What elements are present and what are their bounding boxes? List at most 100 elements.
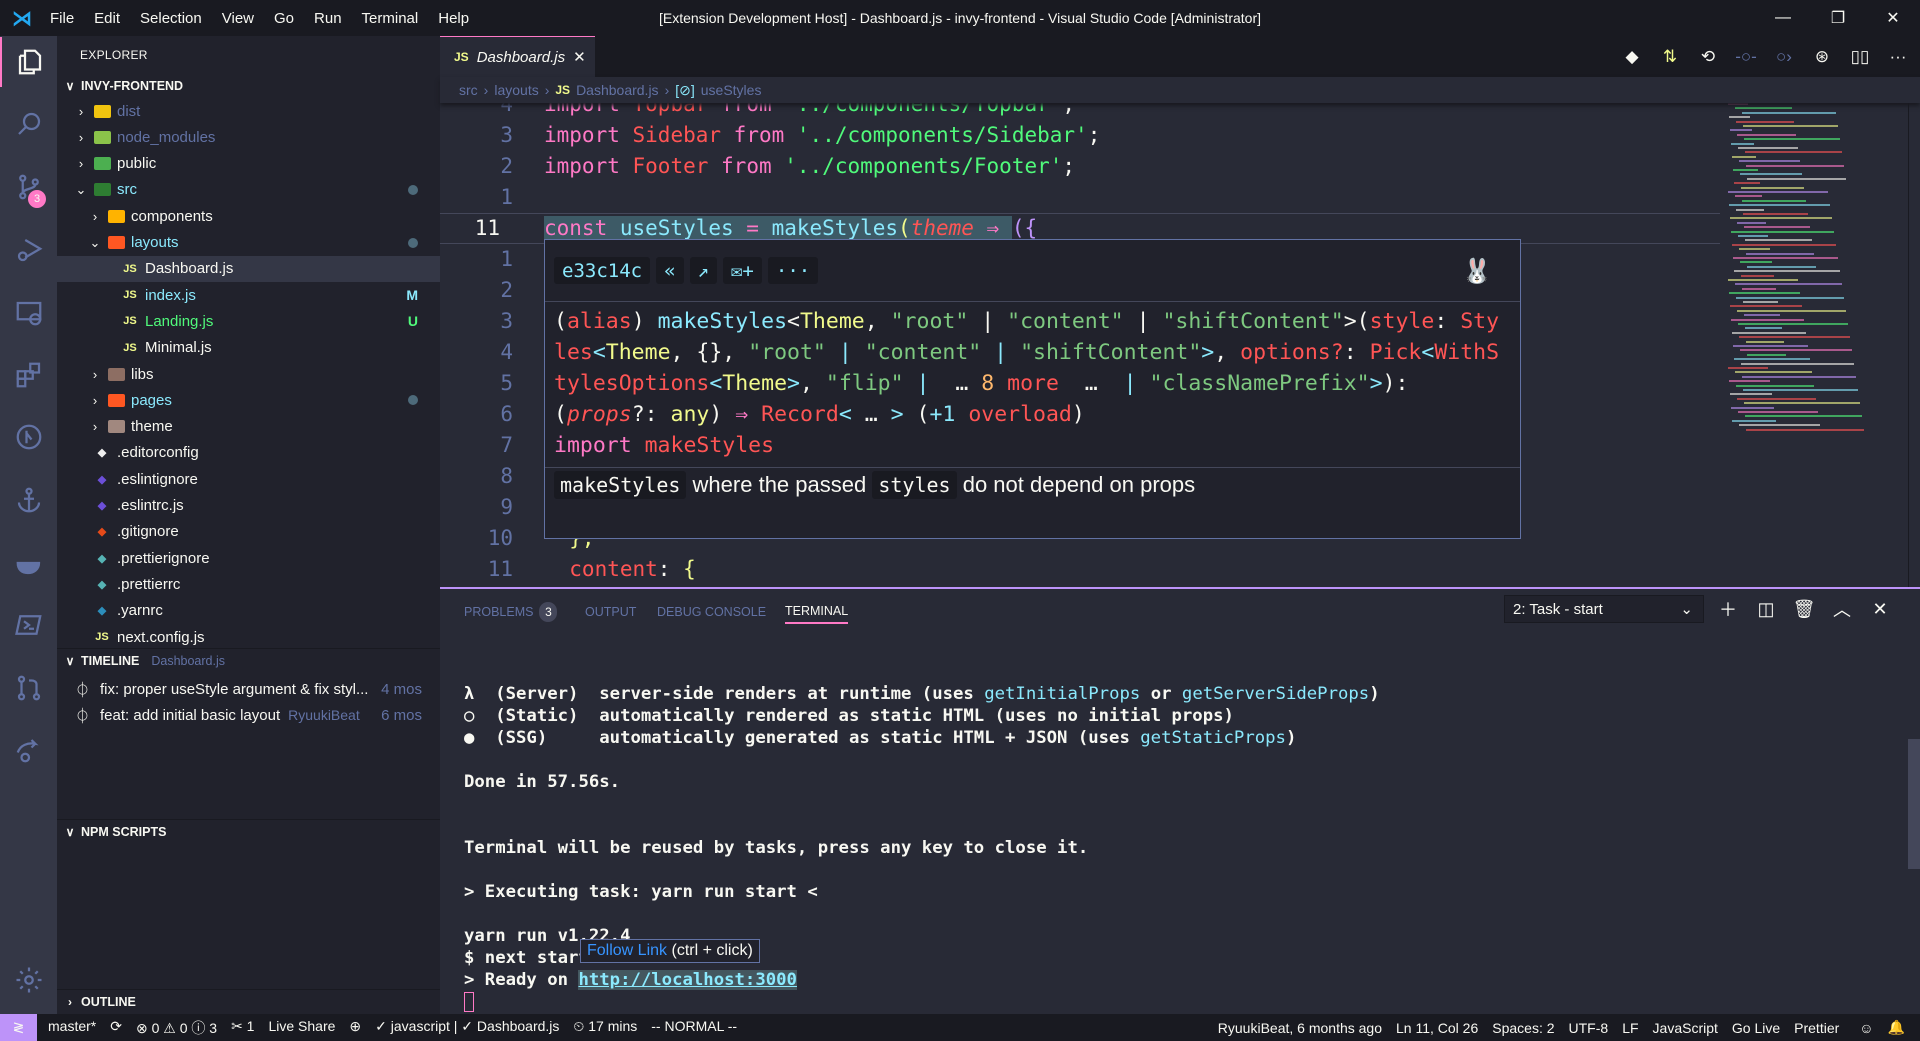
minimize-button[interactable]: — [1760, 0, 1806, 36]
git-icon[interactable]: ◆ [1620, 47, 1644, 67]
menu-run[interactable]: Run [304, 10, 352, 27]
npm-script-item[interactable]: 🔧︎ dev [57, 857, 440, 883]
terminal-scrollbar[interactable] [1908, 739, 1920, 869]
git-graph-icon[interactable]: ⊛ [1810, 47, 1834, 67]
tree-item[interactable]: ⌄ src [57, 177, 440, 203]
more-button[interactable]: ··· [767, 257, 819, 284]
code-line[interactable]: import Sidebar from '../components/Sideb… [544, 120, 1100, 151]
status-item[interactable]: ✓ javascript | ✓ Dashboard.js [368, 1018, 566, 1038]
trash-icon[interactable]: 🗑 [1792, 599, 1816, 620]
breadcrumb-layouts[interactable]: layouts [494, 82, 538, 98]
close-tab-icon[interactable]: ✕ [573, 48, 586, 66]
npm-scripts-section-header[interactable]: ∨ NPM SCRIPTS [57, 819, 440, 843]
powershell-icon[interactable] [0, 600, 57, 650]
split-editor-icon[interactable]: ▯▯ [1848, 47, 1872, 67]
feedback-icon[interactable]: ☺ [1852, 1020, 1880, 1036]
status-item[interactable]: RyuukiBeat, 6 months ago [1211, 1020, 1389, 1036]
breadcrumb-symbol[interactable]: useStyles [701, 82, 762, 98]
docker-icon[interactable] [0, 538, 57, 588]
more-actions-icon[interactable]: ··· [1886, 47, 1910, 67]
tree-item[interactable]: JS Landing.js U [57, 308, 440, 334]
menu-view[interactable]: View [212, 10, 264, 27]
tree-item[interactable]: › public [57, 151, 440, 177]
menu-selection[interactable]: Selection [130, 10, 212, 27]
menu-edit[interactable]: Edit [84, 10, 130, 27]
tree-item[interactable]: ◆ .editorconfig [57, 440, 440, 466]
tree-item[interactable]: JS index.js M [57, 282, 440, 308]
tree-item[interactable]: JS Dashboard.js [57, 255, 440, 282]
tree-item[interactable]: ◆ .yarnrc [57, 598, 440, 624]
menu-file[interactable]: File [40, 10, 84, 27]
status-item[interactable]: Go Live [1725, 1020, 1787, 1036]
source-control-icon[interactable]: 3 [0, 162, 57, 212]
status-item[interactable]: ✂ 1 [224, 1018, 261, 1038]
timeline-item[interactable]: ⏀ fix: proper useStyle argument & fix sty… [57, 676, 440, 702]
editor-scrollbar[interactable] [1908, 103, 1920, 587]
tree-item[interactable]: › node_modules [57, 124, 440, 150]
open-commit-button[interactable]: ↗ [689, 257, 717, 284]
previous-revision-icon[interactable]: ⟲ [1696, 47, 1720, 67]
compare-previous-button[interactable]: « [656, 257, 684, 284]
status-item[interactable]: -- NORMAL -- [644, 1018, 744, 1038]
minimap[interactable] [1720, 103, 1907, 453]
anchor-icon[interactable] [0, 475, 57, 525]
notifications-bell-icon[interactable]: 🔔 [1881, 1019, 1912, 1036]
commit-sha-button[interactable]: e33c14c [554, 257, 651, 284]
next-revision-icon[interactable]: ○› [1772, 47, 1796, 67]
status-item[interactable]: master* [41, 1018, 103, 1038]
timeline-section-header[interactable]: ∨ TIMELINE Dashboard.js [57, 648, 440, 672]
tree-item[interactable]: ◆ .eslintignore [57, 466, 440, 492]
timeline-item[interactable]: ⏀ feat: add initial basic layout RyuukiBea… [57, 702, 440, 728]
close-window-button[interactable]: ✕ [1870, 0, 1916, 36]
status-item[interactable]: ⏲ 17 mins [566, 1018, 644, 1038]
tree-item[interactable]: JS next.config.js [57, 624, 440, 650]
status-item[interactable]: LF [1615, 1020, 1645, 1036]
breadcrumb-file[interactable]: Dashboard.js [576, 82, 659, 98]
terminal-link[interactable]: http://localhost:3000 [578, 970, 797, 990]
breadcrumb-src[interactable]: src [459, 82, 478, 98]
status-item[interactable]: JavaScript [1646, 1020, 1725, 1036]
status-item[interactable]: Live Share [261, 1018, 342, 1038]
status-item[interactable]: Ln 11, Col 26 [1389, 1020, 1485, 1036]
split-terminal-icon[interactable]: ◫ [1754, 599, 1778, 620]
search-icon[interactable] [0, 99, 57, 149]
tree-item[interactable]: ◆ .eslintrc.js [57, 493, 440, 519]
npm-script-item[interactable]: 🔧︎ test [57, 963, 440, 989]
settings-gear-icon[interactable] [0, 955, 57, 1005]
status-item[interactable]: Spaces: 2 [1485, 1020, 1561, 1036]
git-graph-icon[interactable] [0, 412, 57, 462]
tab-debug-console[interactable]: DEBUG CONSOLE [657, 600, 766, 624]
code-line[interactable]: import Topbar from '../components/Topbar… [544, 103, 1075, 120]
chevron-up-icon[interactable]: ︿ [1830, 596, 1854, 622]
tree-item[interactable]: › dist [57, 98, 440, 124]
status-item[interactable]: UTF-8 [1562, 1020, 1616, 1036]
outline-section-header[interactable]: › OUTLINE [57, 989, 440, 1013]
invite-button[interactable]: ✉+ [722, 257, 762, 284]
tree-item[interactable]: ◆ .gitignore [57, 519, 440, 545]
project-section-header[interactable]: ∨ INVY-FRONTEND [57, 74, 440, 98]
status-item[interactable]: Prettier [1787, 1020, 1846, 1036]
tab-problems[interactable]: PROBLEMS 3 [464, 600, 558, 624]
npm-script-item[interactable]: 🔧︎ prettier [57, 910, 440, 936]
code-line[interactable]: content: { [544, 554, 695, 585]
menu-terminal[interactable]: Terminal [352, 10, 429, 27]
terminal-select[interactable]: 2: Task - start ⌄ [1504, 595, 1704, 623]
live-share-icon[interactable] [0, 725, 57, 775]
tree-item[interactable]: ◆ .prettierignore [57, 545, 440, 571]
menu-go[interactable]: Go [264, 10, 304, 27]
tree-item[interactable]: › theme [57, 414, 440, 440]
tab-terminal[interactable]: TERMINAL [785, 600, 849, 624]
status-item[interactable]: ⊗ 0 ⚠ 0 ⓘ 3 [129, 1018, 224, 1038]
status-item[interactable]: ⟳ [103, 1018, 129, 1038]
tree-item[interactable]: › components [57, 203, 440, 229]
menu-help[interactable]: Help [428, 10, 479, 27]
remote-explorer-icon[interactable] [0, 288, 57, 338]
tab-dashboard-js[interactable]: JS Dashboard.js ✕ [440, 36, 595, 77]
tree-item[interactable]: › libs [57, 361, 440, 387]
tree-item[interactable]: ⌄ layouts [57, 230, 440, 256]
tree-item[interactable]: JS Minimal.js [57, 335, 440, 361]
follow-link[interactable]: Follow Link [587, 942, 667, 959]
restore-button[interactable]: ❐ [1815, 0, 1861, 36]
extensions-icon[interactable] [0, 350, 57, 400]
run-debug-icon[interactable] [0, 225, 57, 275]
